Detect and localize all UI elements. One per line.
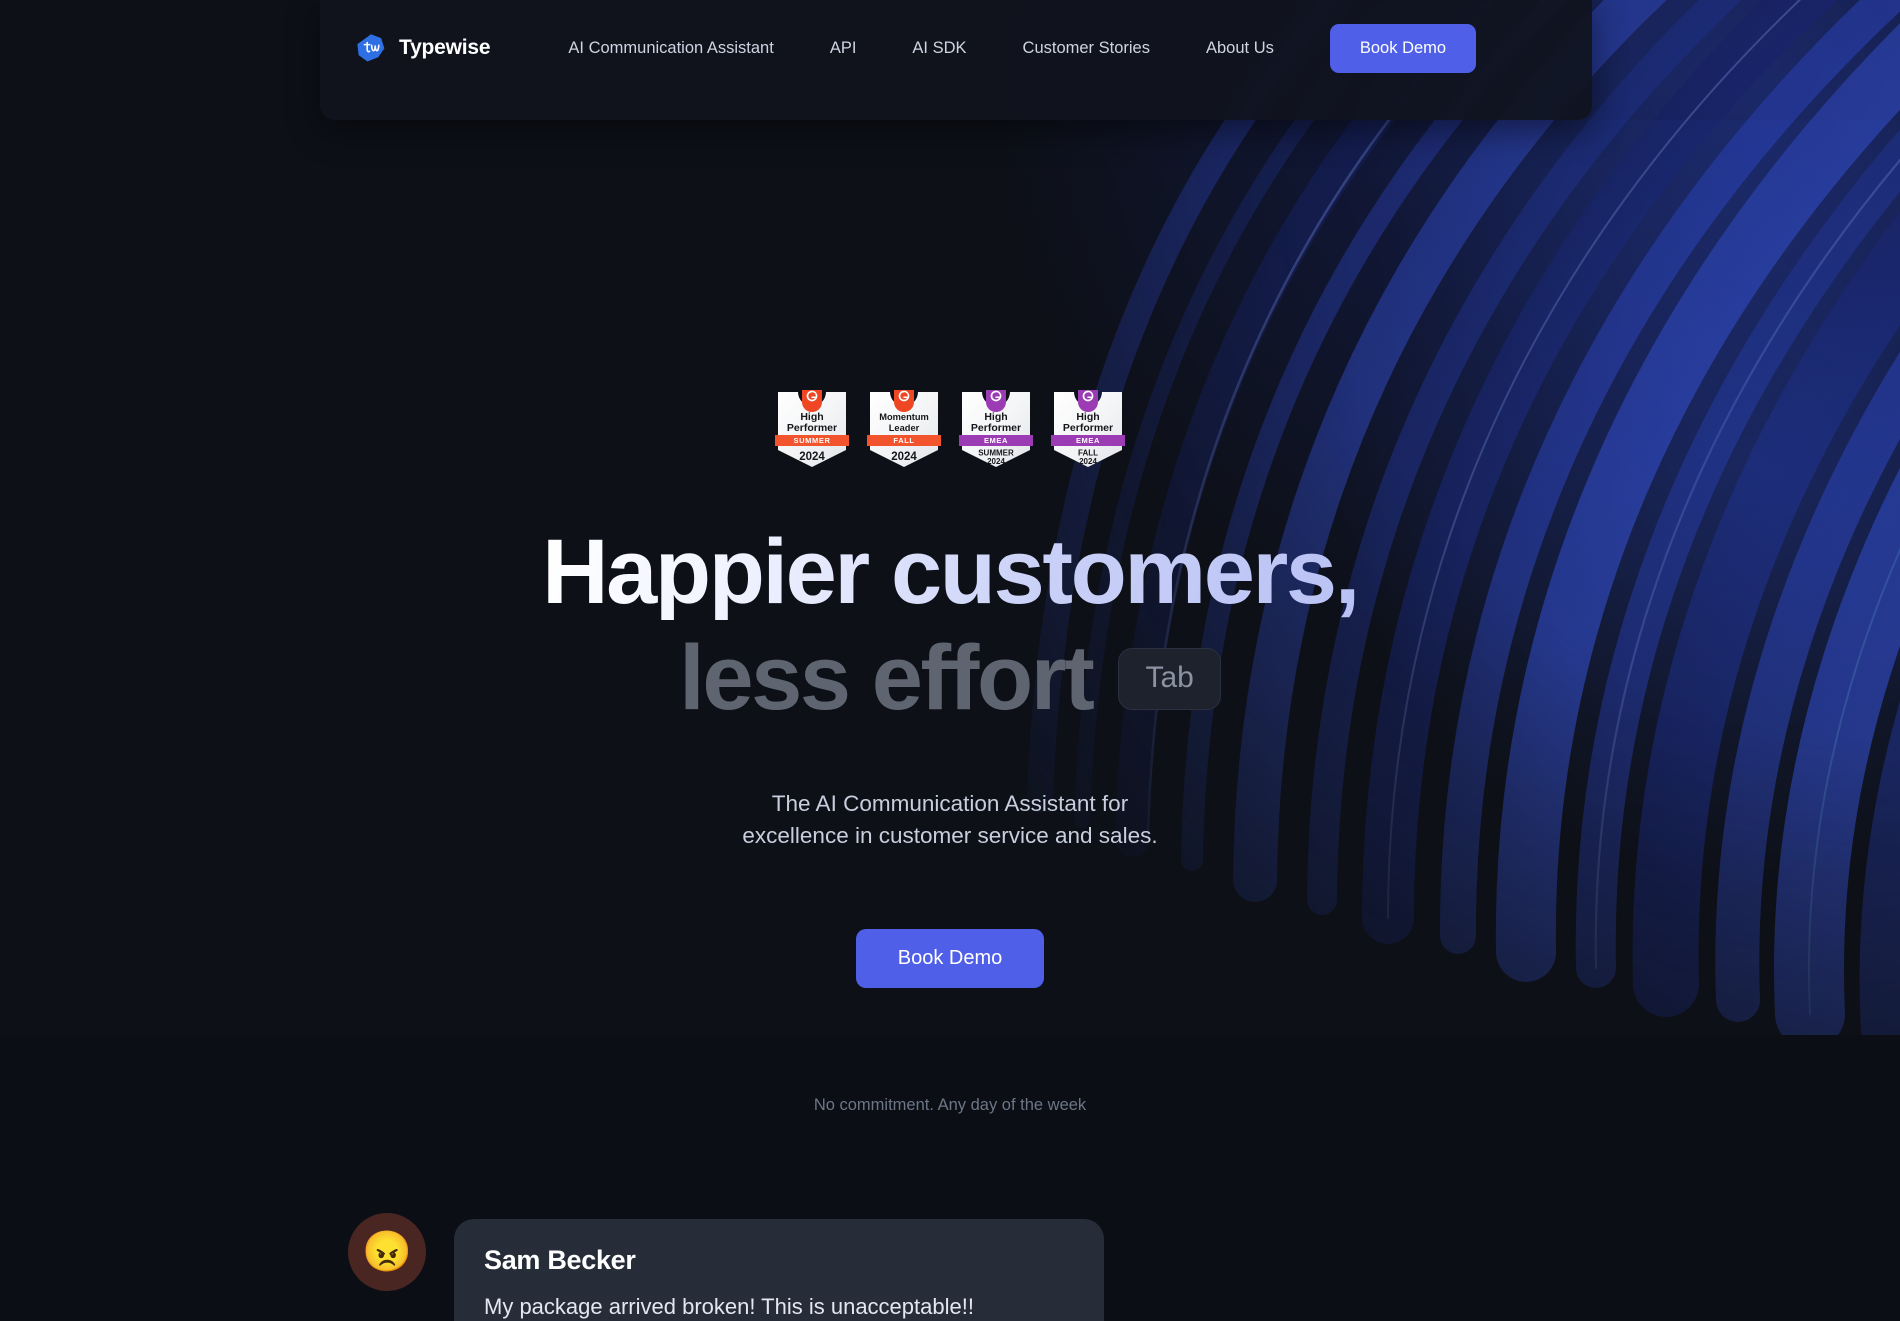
hero-autocomplete-row: less effort Tab (679, 626, 1221, 729)
hero-subtitle-line-2: excellence in customer service and sales… (742, 823, 1158, 849)
angry-face-emoji: 😠 (348, 1213, 426, 1291)
g2-badge-momentum-leader-fall-2024: Momentum Leader FALL 2024 (864, 388, 944, 470)
hero-ghost-text: less effort (679, 626, 1095, 729)
hero-subtitle: The AI Communication Assistant for excel… (742, 788, 1157, 853)
svg-text:2024: 2024 (799, 451, 825, 463)
svg-text:2024: 2024 (1079, 457, 1097, 466)
svg-text:EMEA: EMEA (1076, 436, 1100, 445)
svg-text:SUMMER: SUMMER (794, 436, 831, 445)
svg-text:Performer: Performer (787, 422, 837, 434)
hero-subtitle-line-1: The AI Communication Assistant for (771, 790, 1129, 816)
chat-sender-name: Sam Becker (484, 1245, 636, 1275)
svg-text:Performer: Performer (1063, 422, 1113, 434)
svg-text:2024: 2024 (987, 457, 1005, 466)
svg-text:Momentum: Momentum (879, 412, 929, 422)
tab-key-hint[interactable]: Tab (1118, 647, 1221, 710)
page-root: Typewise AI Communication Assistant API … (0, 0, 1900, 1321)
svg-text:FALL: FALL (893, 436, 914, 445)
no-commitment-note: No commitment. Any day of the week (813, 1096, 1087, 1114)
g2-badge-row: High Performer SUMMER 2024 Momentum Lead… (772, 388, 1128, 470)
chat-message-bubble: Sam Becker My package arrived broken! Th… (454, 1219, 1104, 1321)
hero-book-demo-button[interactable]: Book Demo (855, 928, 1045, 988)
svg-text:2024: 2024 (891, 451, 917, 463)
svg-text:Leader: Leader (889, 423, 920, 433)
svg-text:EMEA: EMEA (984, 436, 1008, 445)
hero-section: High Performer SUMMER 2024 Momentum Lead… (0, 0, 1900, 988)
svg-text:Performer: Performer (971, 422, 1021, 434)
chat-preview: 😠 Sam Becker My package arrived broken! … (348, 1213, 1104, 1321)
g2-badge-high-performer-summer-2024: High Performer SUMMER 2024 (772, 388, 852, 470)
hero-headline: Happier customers, (542, 521, 1360, 623)
chat-message-text: My package arrived broken! This is unacc… (484, 1294, 974, 1319)
g2-badge-high-performer-emea-summer-2024: High Performer EMEA SUMMER 2024 (956, 388, 1036, 470)
g2-badge-high-performer-emea-fall-2024: High Performer EMEA FALL 2024 (1048, 388, 1128, 470)
